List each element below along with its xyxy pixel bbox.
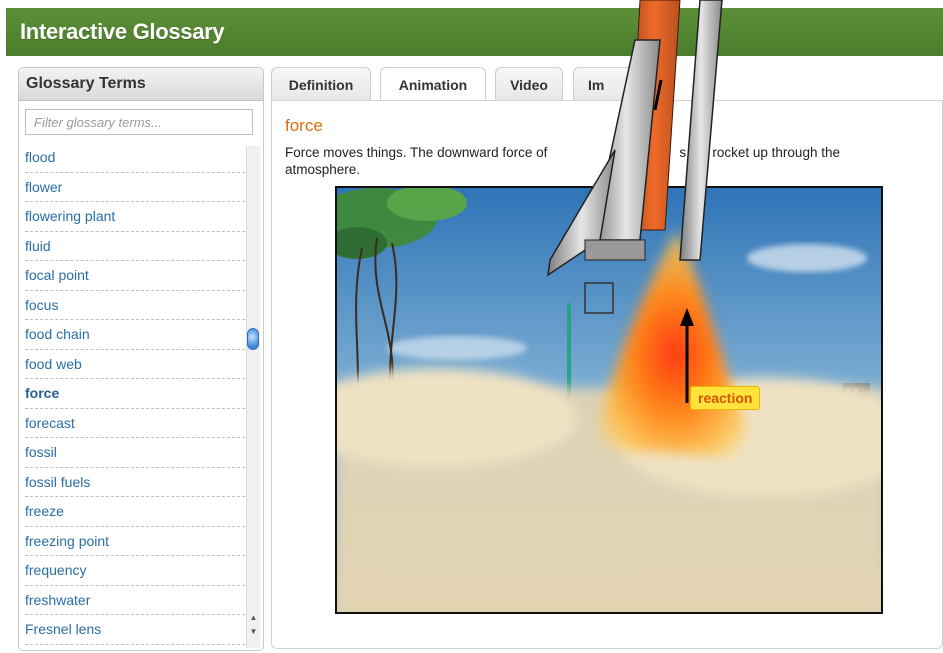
term-item-force[interactable]: force	[25, 379, 245, 409]
term-item-fluid[interactable]: fluid	[25, 232, 245, 261]
scroll-down-arrow-icon[interactable]: ▼	[248, 626, 259, 637]
app-title: Interactive Glossary	[20, 19, 225, 44]
filter-field[interactable]	[25, 109, 253, 135]
term-item-flowering-plant[interactable]: flowering plant	[25, 202, 245, 232]
scrollbar-thumb[interactable]	[247, 328, 259, 350]
term-item-freeze[interactable]: freeze	[25, 497, 245, 527]
definition-text-start: Force moves things. The downward force o…	[285, 145, 548, 160]
term-list-scrollbar[interactable]: ▲ ▼	[246, 146, 260, 648]
definition-text-line2: atmosphere.	[285, 162, 361, 177]
space-shuttle-graphic	[547, 0, 723, 277]
tab-definition[interactable]: Definition	[271, 67, 371, 101]
app-header: Interactive Glossary	[6, 8, 943, 56]
term-item-fossil-fuels[interactable]: fossil fuels	[25, 468, 245, 497]
term-item-flood[interactable]: flood	[25, 143, 245, 173]
term-item-focal-point[interactable]: focal point	[25, 261, 245, 291]
term-title: force	[285, 116, 323, 135]
term-item-freshwater[interactable]: freshwater	[25, 586, 245, 615]
glossary-sidebar: Glossary Terms flood flower flowering pl…	[18, 67, 264, 651]
sidebar-title: Glossary Terms	[26, 75, 146, 92]
term-list: flood flower flowering plant fluid focal…	[25, 143, 245, 645]
term-item-focus[interactable]: focus	[25, 291, 245, 320]
term-item-flower[interactable]: flower	[25, 173, 245, 202]
term-item-food-web[interactable]: food web	[25, 350, 245, 379]
scroll-up-arrow-icon[interactable]: ▲	[248, 612, 259, 623]
term-item-forecast[interactable]: forecast	[25, 409, 245, 438]
filter-input[interactable]	[26, 110, 252, 134]
term-item-fresnel-lens[interactable]: Fresnel lens	[25, 615, 245, 645]
term-item-fossil[interactable]: fossil	[25, 438, 245, 468]
sidebar-header: Glossary Terms	[19, 68, 263, 101]
term-item-freezing-point[interactable]: freezing point	[25, 527, 245, 556]
reaction-label: reaction	[690, 386, 761, 410]
term-item-frequency[interactable]: frequency	[25, 556, 245, 586]
tab-animation[interactable]: Animation	[380, 67, 486, 102]
term-item-food-chain[interactable]: food chain	[25, 320, 245, 350]
